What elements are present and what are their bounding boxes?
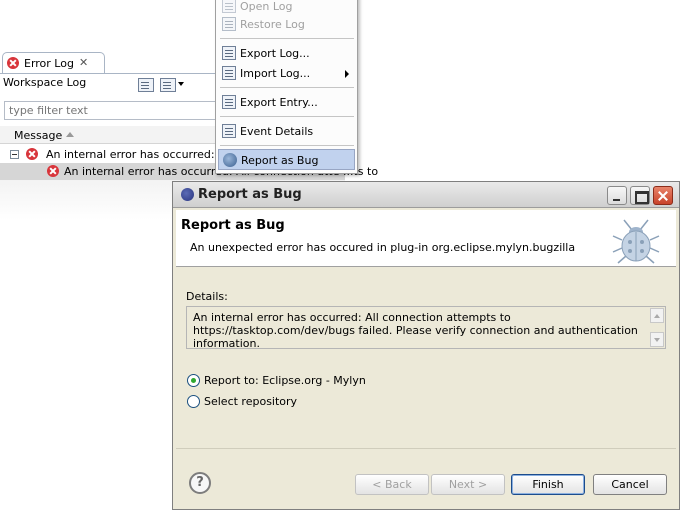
submenu-arrow-icon xyxy=(345,70,349,78)
minimize-button[interactable] xyxy=(607,186,627,205)
details-label: Details: xyxy=(186,290,228,303)
menu-item-label: Export Log... xyxy=(240,47,310,60)
details-scrollbar[interactable] xyxy=(650,308,664,347)
menu-item-restore-log[interactable]: Restore Log xyxy=(218,14,355,35)
event-details-icon xyxy=(222,124,236,138)
help-button[interactable]: ? xyxy=(189,472,211,494)
restore-log-icon xyxy=(222,17,236,31)
report-as-bug-dialog: Report as Bug Report as Bug An unexpecte… xyxy=(172,181,680,510)
menu-separator xyxy=(220,145,354,146)
menu-item-label: Report as Bug xyxy=(241,154,319,167)
dialog-window-title: Report as Bug xyxy=(198,187,302,202)
context-menu: Open Log Restore Log Export Log... Impor… xyxy=(215,0,358,174)
filter-input[interactable] xyxy=(5,102,223,119)
column-header-label: Message xyxy=(14,129,63,142)
import-log-toolbar-icon[interactable] xyxy=(160,78,176,92)
export-log-icon xyxy=(222,46,236,60)
menu-item-import-log[interactable]: Import Log... xyxy=(218,63,355,84)
menu-item-event-details[interactable]: Event Details xyxy=(218,121,355,142)
menu-item-export-log[interactable]: Export Log... xyxy=(218,43,355,64)
menu-separator xyxy=(220,38,354,39)
close-icon[interactable]: ✕ xyxy=(79,56,88,69)
finish-button[interactable]: Finish xyxy=(511,474,585,495)
scroll-up-icon[interactable] xyxy=(650,308,664,323)
open-log-icon xyxy=(222,0,236,13)
export-entry-icon xyxy=(222,95,236,109)
back-button[interactable]: < Back xyxy=(355,474,429,495)
banner-title: Report as Bug xyxy=(181,218,285,233)
menu-item-export-entry[interactable]: Export Entry... xyxy=(218,92,355,113)
details-text: An internal error has occurred: All conn… xyxy=(193,311,638,350)
import-log-icon xyxy=(222,66,236,80)
report-to-label[interactable]: Report to: Eclipse.org - Mylyn xyxy=(204,374,366,387)
menu-separator xyxy=(220,116,354,117)
menu-item-label: Open Log xyxy=(240,0,293,13)
tab-label: Error Log xyxy=(24,57,74,70)
menu-item-label: Restore Log xyxy=(240,18,305,31)
menu-item-label: Export Entry... xyxy=(240,96,318,109)
workspace-log-label: Workspace Log xyxy=(3,76,87,89)
details-textarea[interactable]: An internal error has occurred: All conn… xyxy=(186,306,666,350)
bug-icon xyxy=(612,219,660,264)
menu-item-report-as-bug[interactable]: Report as Bug xyxy=(218,149,355,170)
next-button[interactable]: Next > xyxy=(431,474,505,495)
menu-item-label: Event Details xyxy=(240,125,314,138)
error-icon xyxy=(26,148,38,160)
menu-separator xyxy=(220,87,354,88)
chevron-down-icon[interactable] xyxy=(178,82,184,86)
tab-error-log[interactable]: Error Log ✕ xyxy=(2,52,105,73)
close-button[interactable] xyxy=(653,186,673,205)
select-repository-label[interactable]: Select repository xyxy=(204,395,297,408)
collapse-icon[interactable] xyxy=(10,150,19,159)
scroll-down-icon[interactable] xyxy=(650,332,664,347)
cancel-button[interactable]: Cancel xyxy=(593,474,667,495)
sort-ascending-icon xyxy=(66,132,74,137)
export-log-toolbar-icon[interactable] xyxy=(138,78,154,92)
row-message: An internal error has occurred: All c xyxy=(46,148,242,161)
dialog-body: Details: An internal error has occurred:… xyxy=(176,268,676,445)
footer-divider xyxy=(176,448,676,449)
menu-item-label: Import Log... xyxy=(240,67,311,80)
report-bug-icon xyxy=(223,153,237,167)
dialog-titlebar[interactable]: Report as Bug xyxy=(173,182,679,208)
eclipse-icon xyxy=(181,188,194,201)
banner-message: An unexpected error has occured in plug-… xyxy=(190,241,576,254)
report-to-radio[interactable] xyxy=(187,374,200,387)
select-repository-radio[interactable] xyxy=(187,395,200,408)
error-log-icon xyxy=(7,57,19,69)
error-icon xyxy=(47,165,59,177)
dialog-banner: Report as Bug An unexpected error has oc… xyxy=(176,210,676,267)
maximize-button[interactable] xyxy=(630,186,650,205)
filter-input-box[interactable] xyxy=(4,101,224,120)
